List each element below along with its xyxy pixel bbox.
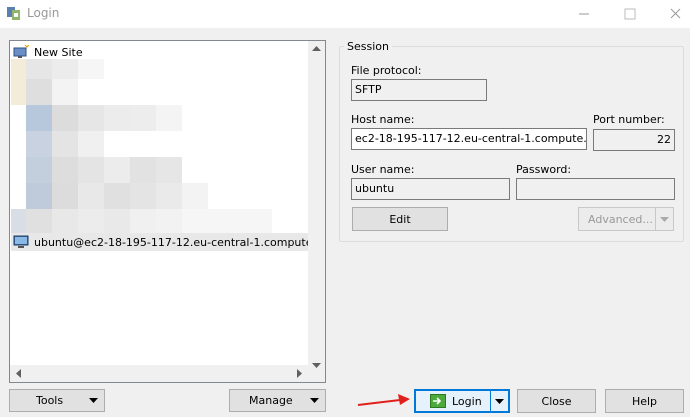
password-label: Password: [516,163,572,176]
password-field[interactable] [516,178,675,200]
close-button[interactable]: Close [517,389,596,413]
close-button-label: Close [541,394,572,408]
login-button[interactable]: Login [414,389,510,413]
window-title: Login [27,6,60,20]
port-number-field[interactable]: 22 [593,129,675,151]
file-protocol-field[interactable]: SFTP [351,79,487,101]
host-name-field[interactable]: ec2-18-195-117-12.eu-central-1.compute.a… [351,128,587,150]
session-group-label: Session [344,40,392,53]
login-icon [430,394,446,408]
user-name-label: User name: [351,163,415,176]
minimize-icon [579,13,589,15]
site-tree[interactable]: New Site ubuntu@ec2-18-195-117-12.eu-cen… [9,40,326,383]
advanced-button[interactable]: Advanced... [578,207,674,231]
chevron-down-icon [310,398,319,403]
chevron-down-icon [89,398,98,403]
new-site-icon [13,45,29,58]
chevron-down-icon [495,398,504,404]
login-dropdown[interactable] [490,391,508,411]
maximize-button[interactable] [615,2,645,24]
saved-session-label: ubuntu@ec2-18-195-117-12.eu-central-1.co… [34,235,324,249]
computer-icon [13,235,29,248]
scroll-up-icon[interactable] [312,45,321,51]
login-button-label: Login [452,394,482,408]
help-button[interactable]: Help [605,389,684,413]
host-name-label: Host name: [351,113,415,126]
manage-button-label: Manage [249,394,293,407]
new-site-label: New Site [34,45,83,59]
edit-button[interactable]: Edit [352,207,448,231]
close-window-button[interactable] [660,2,690,24]
scroll-down-icon[interactable] [312,363,321,369]
chevron-down-icon [660,216,669,222]
user-name-field[interactable]: ubuntu [351,178,510,200]
manage-button[interactable]: Manage [229,389,326,412]
edit-button-label: Edit [389,212,411,226]
file-protocol-label: File protocol: [351,64,422,77]
port-number-label: Port number: [593,113,665,126]
tools-button[interactable]: Tools [9,389,105,412]
help-button-label: Help [631,394,658,408]
title-bar: Login [0,0,690,28]
advanced-button-label: Advanced... [588,212,653,226]
advanced-dropdown[interactable] [655,208,673,230]
annotation-arrow-icon [357,394,410,406]
tools-button-label: Tools [36,394,64,407]
minimize-button[interactable] [569,2,599,24]
maximize-icon [624,8,636,20]
scroll-left-icon[interactable] [15,369,21,378]
app-icon [7,7,20,20]
vertical-scrollbar[interactable] [308,41,325,382]
close-icon [670,8,681,19]
horizontal-scrollbar[interactable] [10,365,308,382]
tree-item-saved-session[interactable]: ubuntu@ec2-18-195-117-12.eu-central-1.co… [11,233,324,251]
scroll-right-icon[interactable] [297,369,303,378]
